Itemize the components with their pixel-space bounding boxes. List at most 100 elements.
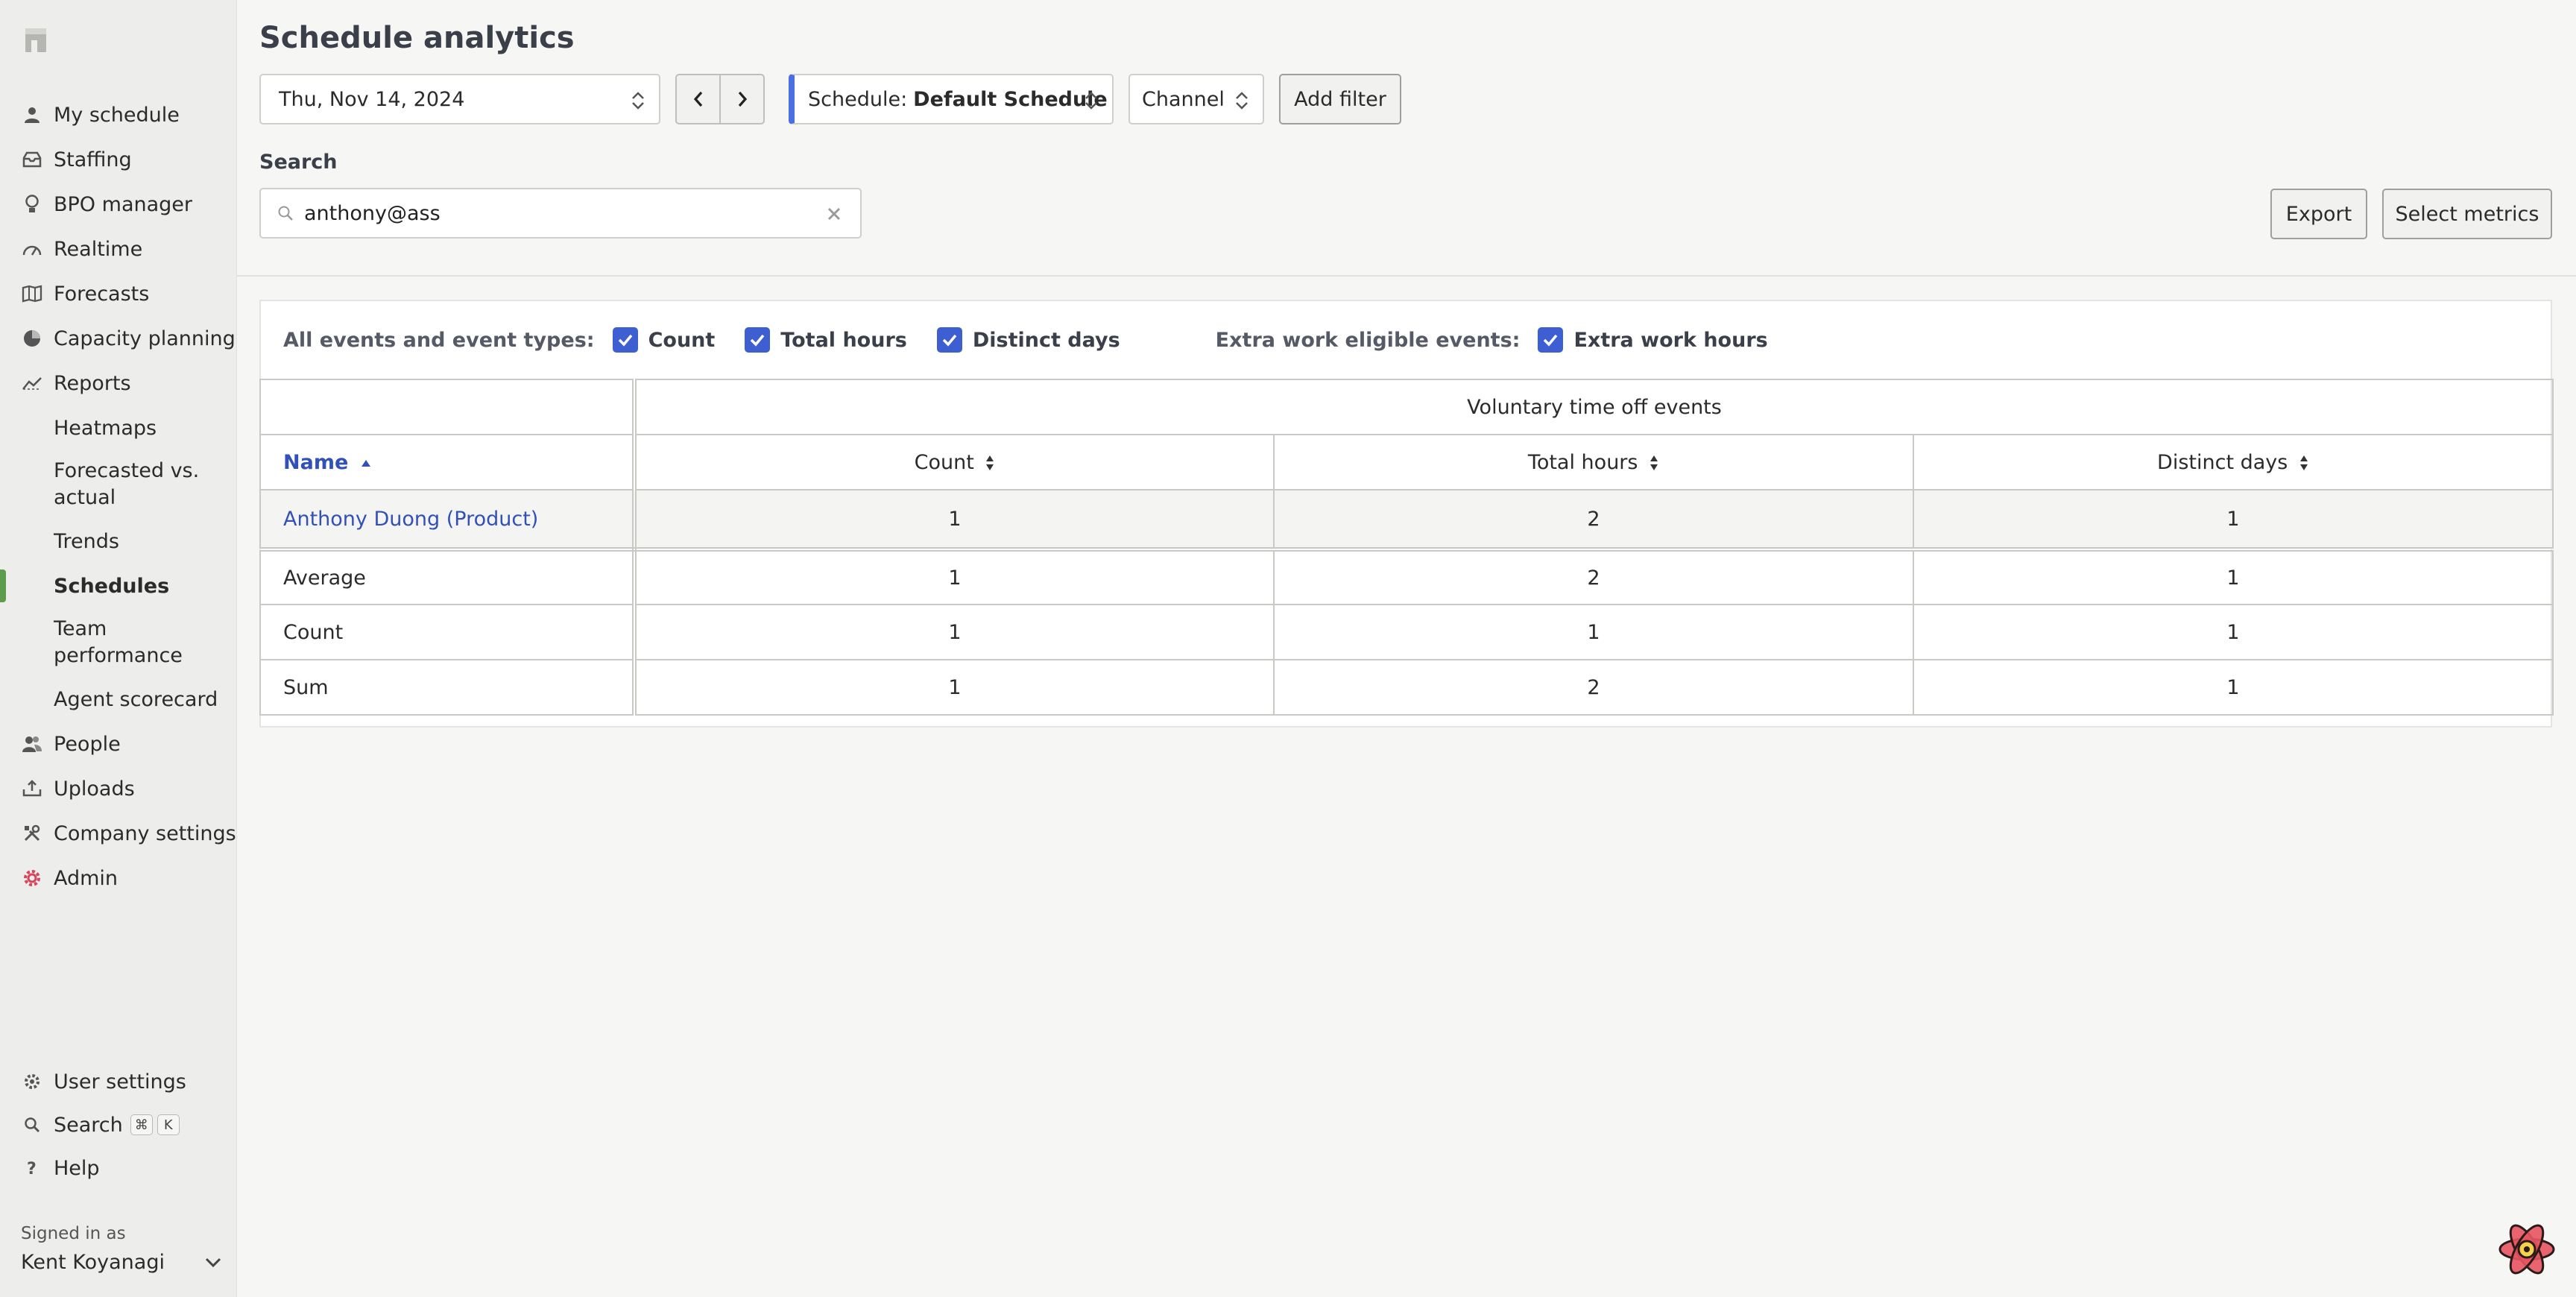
group-header: Voluntary time off events bbox=[633, 379, 2554, 435]
nav-trends[interactable]: Trends bbox=[0, 519, 237, 564]
summary-label: Count bbox=[259, 604, 637, 660]
check-icon bbox=[612, 327, 638, 353]
main-nav: My schedule Staffing BPO manager Realtim… bbox=[0, 92, 237, 900]
channel-value: Channel bbox=[1142, 87, 1225, 111]
nav-my-schedule[interactable]: My schedule bbox=[0, 92, 237, 137]
user-icon bbox=[21, 104, 43, 126]
count-column-header[interactable]: Count bbox=[634, 434, 1275, 490]
nav-label: Trends bbox=[54, 529, 119, 553]
summary-label: Sum bbox=[259, 659, 637, 716]
nav-people[interactable]: People bbox=[0, 722, 237, 766]
nav-help[interactable]: ? Help bbox=[0, 1146, 237, 1190]
search-icon bbox=[278, 206, 293, 221]
nav-label: User settings bbox=[54, 1070, 186, 1094]
all-events-label: All events and event types: bbox=[283, 328, 595, 352]
table-cell: 2 bbox=[1273, 549, 1914, 605]
lightbulb-icon bbox=[21, 193, 43, 215]
previous-date-button[interactable] bbox=[677, 75, 719, 123]
table-row: Anthony Duong (Product) 1 2 1 bbox=[259, 489, 2554, 552]
nav-label: Agent scorecard bbox=[54, 687, 218, 711]
distinct-days-column-header[interactable]: Distinct days bbox=[1912, 434, 2554, 490]
sort-icon bbox=[986, 455, 994, 470]
extra-work-hours-checkbox[interactable]: Extra work hours bbox=[1538, 327, 1768, 353]
nav-label: Company settings bbox=[54, 821, 236, 845]
nav-forecasted-vs-actual[interactable]: Forecasted vs. actual bbox=[0, 450, 237, 519]
nav-label: Staffing bbox=[54, 148, 132, 171]
nav-bpo-manager[interactable]: BPO manager bbox=[0, 182, 237, 227]
search-input[interactable] bbox=[304, 201, 811, 225]
column-label: Total hours bbox=[1527, 450, 1638, 474]
search-icon bbox=[21, 1114, 43, 1136]
table-cell: 1 bbox=[634, 659, 1275, 716]
summary-label: Average bbox=[259, 549, 637, 605]
select-metrics-button[interactable]: Select metrics bbox=[2382, 189, 2552, 239]
react-devtools-icon[interactable] bbox=[2496, 1218, 2558, 1281]
kbd-k: K bbox=[157, 1114, 180, 1135]
nav-team-performance[interactable]: Team performance bbox=[0, 608, 237, 677]
total-hours-column-header[interactable]: Total hours bbox=[1273, 434, 1914, 490]
updown-icon bbox=[632, 92, 644, 110]
clear-search-icon[interactable] bbox=[824, 204, 844, 224]
nav-label: Heatmaps bbox=[54, 416, 157, 440]
nav-schedules[interactable]: Schedules bbox=[0, 564, 237, 608]
account-menu[interactable]: Kent Koyanagi bbox=[21, 1251, 222, 1274]
search-label: Search bbox=[259, 151, 338, 174]
check-icon bbox=[1538, 327, 1564, 353]
distinct-days-checkbox[interactable]: Distinct days bbox=[936, 327, 1120, 353]
nav-label: Team performance bbox=[54, 617, 183, 667]
app-logo-icon[interactable] bbox=[21, 25, 51, 55]
gear-icon bbox=[21, 1070, 43, 1093]
nav-label: BPO manager bbox=[54, 192, 192, 216]
chevron-left-icon bbox=[693, 91, 702, 107]
nav-agent-scorecard[interactable]: Agent scorecard bbox=[0, 677, 237, 722]
group-header-row: Voluntary time off events bbox=[259, 379, 2554, 435]
nav-reports[interactable]: Reports bbox=[0, 361, 237, 405]
nav-label: Admin bbox=[54, 866, 119, 890]
nav-uploads[interactable]: Uploads bbox=[0, 766, 237, 811]
count-checkbox[interactable]: Count bbox=[612, 327, 715, 353]
updown-icon bbox=[1236, 92, 1248, 110]
bottom-nav: User settings Search ⌘ K ? Help bbox=[0, 1060, 237, 1190]
map-icon bbox=[21, 283, 43, 305]
table-cell: 1 bbox=[1912, 659, 2554, 716]
summary-row-average: Average 1 2 1 bbox=[259, 549, 2554, 605]
total-hours-checkbox[interactable]: Total hours bbox=[745, 327, 907, 353]
header-divider bbox=[237, 275, 2576, 277]
date-select[interactable]: Thu, Nov 14, 2024 bbox=[259, 74, 660, 124]
nav-realtime[interactable]: Realtime bbox=[0, 227, 237, 271]
nav-forecasts[interactable]: Forecasts bbox=[0, 271, 237, 316]
nav-heatmaps[interactable]: Heatmaps bbox=[0, 405, 237, 450]
export-button[interactable]: Export bbox=[2270, 189, 2367, 239]
name-header-label: Name bbox=[283, 450, 349, 474]
agent-link[interactable]: Anthony Duong (Product) bbox=[283, 508, 538, 531]
nav-user-settings[interactable]: User settings bbox=[0, 1060, 237, 1103]
pie-chart-icon bbox=[21, 327, 43, 350]
table-cell: 1 bbox=[634, 549, 1275, 605]
nav-label: Capacity planning bbox=[54, 326, 236, 350]
table-cell: 2 bbox=[1273, 659, 1914, 716]
add-filter-button[interactable]: Add filter bbox=[1279, 74, 1401, 124]
page-title: Schedule analytics bbox=[259, 21, 575, 55]
nav-label: Search bbox=[54, 1113, 123, 1137]
schedule-select[interactable]: Schedule: Default Schedule bbox=[789, 74, 1114, 124]
nav-label: Help bbox=[54, 1156, 100, 1180]
channel-select[interactable]: Channel bbox=[1128, 74, 1264, 124]
nav-search[interactable]: Search ⌘ K bbox=[0, 1103, 237, 1146]
table-cell: 1 bbox=[1912, 489, 2554, 552]
date-nav-group bbox=[675, 74, 765, 124]
nav-admin[interactable]: Admin bbox=[0, 856, 237, 900]
upload-icon bbox=[21, 777, 43, 800]
nav-label: Realtime bbox=[54, 237, 143, 261]
next-date-button[interactable] bbox=[719, 75, 763, 123]
name-column-header[interactable]: Name bbox=[259, 434, 637, 490]
table-cell: 1 bbox=[634, 489, 1275, 552]
column-header-row: Name Count Total hours Distinct days bbox=[259, 434, 2554, 490]
table-cell: 1 bbox=[1273, 604, 1914, 660]
nav-label: Forecasted vs. actual bbox=[54, 459, 200, 509]
nav-staffing[interactable]: Staffing bbox=[0, 137, 237, 182]
nav-capacity-planning[interactable]: Capacity planning bbox=[0, 316, 237, 361]
summary-row-count: Count 1 1 1 bbox=[259, 604, 2554, 660]
nav-company-settings[interactable]: Company settings bbox=[0, 811, 237, 856]
checkbox-label: Extra work hours bbox=[1573, 328, 1768, 352]
analytics-panel: All events and event types: Count Total … bbox=[259, 300, 2554, 728]
